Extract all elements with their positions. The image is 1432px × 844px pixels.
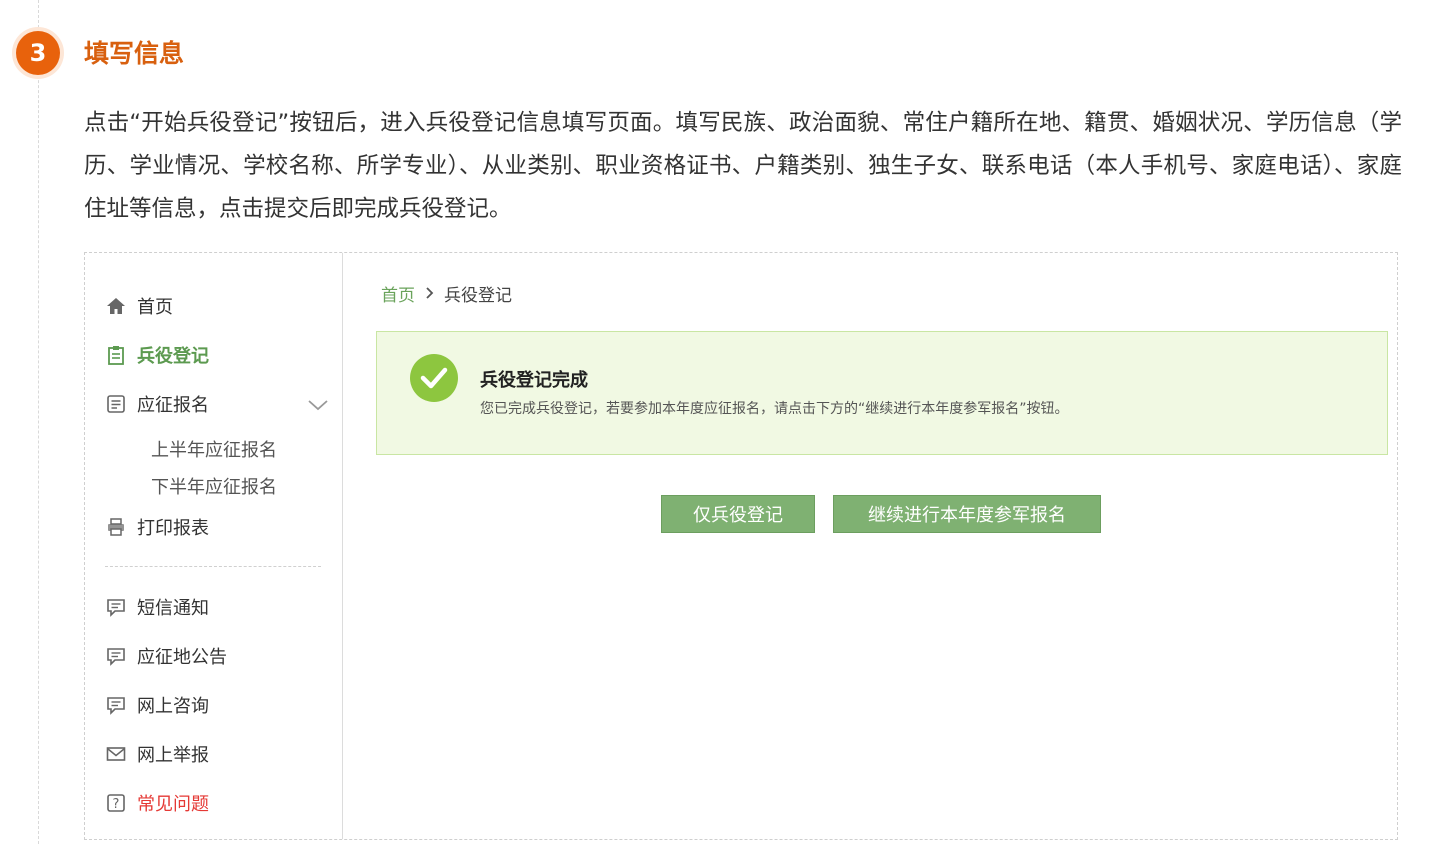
sidebar-item-military-registration[interactable]: 兵役登记 bbox=[105, 342, 209, 368]
document-icon bbox=[105, 393, 127, 415]
sidebar-item-enlistment-signup[interactable]: 应征报名 bbox=[105, 391, 209, 417]
svg-text:?: ? bbox=[113, 797, 120, 812]
notice-text: 您已完成兵役登记，若要参加本年度应征报名，请点击下方的“继续进行本年度参军报名”… bbox=[480, 401, 1069, 417]
screenshot-frame: 首页 兵役登记 应征报名 上半年应征报名 下半年应征报名 打印报表 短信通知 应… bbox=[84, 252, 1398, 840]
step-title: 填写信息 bbox=[84, 39, 185, 68]
step-number-badge: 3 bbox=[16, 31, 60, 75]
chevron-down-icon[interactable] bbox=[307, 396, 329, 415]
breadcrumb: 首页 兵役登记 bbox=[381, 281, 512, 306]
message-icon bbox=[105, 694, 127, 716]
sidebar-divider bbox=[105, 566, 321, 567]
notice-title: 兵役登记完成 bbox=[480, 370, 588, 391]
sidebar-item-online-report[interactable]: 网上举报 bbox=[105, 741, 209, 767]
sidebar-item-sms-notification[interactable]: 短信通知 bbox=[105, 594, 209, 620]
sidebar-item-local-announcement[interactable]: 应征地公告 bbox=[105, 643, 227, 669]
only-register-button[interactable]: 仅兵役登记 bbox=[661, 495, 815, 533]
question-icon: ? bbox=[105, 792, 127, 814]
checkmark-icon bbox=[410, 354, 458, 402]
success-notice: 兵役登记完成 您已完成兵役登记，若要参加本年度应征报名，请点击下方的“继续进行本… bbox=[376, 331, 1388, 455]
sidebar-item-label: 应征报名 bbox=[137, 395, 209, 416]
sidebar-item-home[interactable]: 首页 bbox=[105, 293, 173, 319]
sidebar-item-online-consultation[interactable]: 网上咨询 bbox=[105, 692, 209, 718]
sidebar-item-label: 兵役登记 bbox=[137, 346, 209, 367]
sidebar-item-label: 短信通知 bbox=[137, 598, 209, 619]
breadcrumb-home-link[interactable]: 首页 bbox=[381, 281, 415, 306]
breadcrumb-current: 兵役登记 bbox=[444, 286, 512, 306]
printer-icon bbox=[105, 516, 127, 538]
mail-icon bbox=[105, 743, 127, 765]
sidebar-item-label: 常见问题 bbox=[137, 794, 209, 815]
sidebar-item-faq[interactable]: ? 常见问题 bbox=[105, 790, 209, 816]
subitem-first-half-signup[interactable]: 上半年应征报名 bbox=[151, 436, 277, 462]
home-icon bbox=[105, 295, 127, 317]
sidebar-item-label: 应征地公告 bbox=[137, 647, 227, 668]
sidebar-item-label: 网上咨询 bbox=[137, 696, 209, 717]
message-icon bbox=[105, 596, 127, 618]
sidebar-item-label: 网上举报 bbox=[137, 745, 209, 766]
sidebar-item-label: 首页 bbox=[137, 297, 173, 318]
message-icon bbox=[105, 645, 127, 667]
sidebar-item-label: 打印报表 bbox=[137, 518, 209, 539]
clipboard-icon bbox=[105, 344, 127, 366]
continue-enlist-button[interactable]: 继续进行本年度参军报名 bbox=[833, 495, 1101, 533]
timeline-line bbox=[38, 0, 39, 844]
chevron-right-icon bbox=[425, 285, 434, 303]
step-description: 点击“开始兵役登记”按钮后，进入兵役登记信息填写页面。填写民族、政治面貌、常住户… bbox=[84, 110, 1402, 222]
sidebar: 首页 兵役登记 应征报名 上半年应征报名 下半年应征报名 打印报表 短信通知 应… bbox=[85, 253, 343, 839]
subitem-second-half-signup[interactable]: 下半年应征报名 bbox=[151, 473, 277, 499]
sidebar-item-print-report[interactable]: 打印报表 bbox=[105, 514, 209, 540]
